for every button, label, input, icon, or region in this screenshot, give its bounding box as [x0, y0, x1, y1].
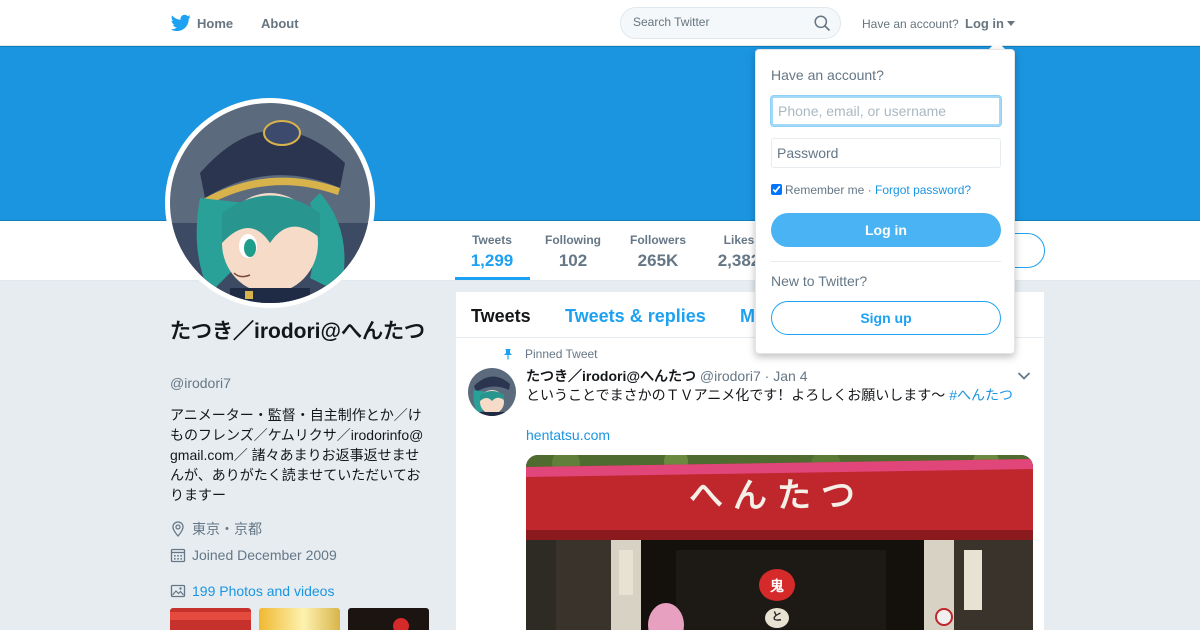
- tab-tweets[interactable]: Tweets: [471, 306, 531, 327]
- media-badge-2: と: [772, 610, 783, 623]
- profile-joined: Joined December 2009: [170, 547, 337, 563]
- tweet-body: ということでまさかのＴＶアニメ化です！よろしくお願いします～: [526, 387, 950, 403]
- calendar-icon: [170, 548, 186, 563]
- media-badge-1: 鬼: [770, 578, 784, 595]
- tab-tweets-replies[interactable]: Tweets & replies: [565, 306, 706, 327]
- thumb-detail: [393, 618, 409, 630]
- location-icon: [172, 521, 184, 537]
- twitter-bird-icon[interactable]: [171, 14, 191, 32]
- remember-me-row: Remember me · Forgot password?: [771, 183, 971, 197]
- media-thumbnail[interactable]: [348, 608, 429, 630]
- photos-videos-row[interactable]: 199 Photos and videos: [170, 583, 334, 599]
- caret-down-icon[interactable]: [1007, 21, 1015, 26]
- tweet-author-name[interactable]: たつき／irodori@へんたつ: [526, 368, 696, 384]
- stat-label: Followers: [629, 233, 686, 247]
- stat-followers[interactable]: Followers 265K: [628, 233, 688, 271]
- stat-following[interactable]: Following 102: [543, 233, 603, 271]
- profile-avatar[interactable]: [165, 98, 375, 308]
- tweet-header: たつき／irodori@へんたつ @irodori7 · Jan 4: [526, 366, 807, 386]
- signup-button[interactable]: Sign up: [771, 301, 1001, 335]
- password-field[interactable]: [771, 138, 1001, 168]
- stat-value: 265K: [637, 251, 679, 270]
- top-nav: Home About Have an account? Log in: [0, 0, 1200, 46]
- thumb-detail: [170, 612, 251, 620]
- pin-icon: [504, 349, 512, 360]
- profile-handle[interactable]: @irodori7: [170, 375, 231, 391]
- profile-name[interactable]: たつき／irodori@へんたつ: [170, 318, 430, 345]
- login-button[interactable]: Log in: [771, 213, 1001, 247]
- nav-home-link[interactable]: Home: [197, 16, 233, 31]
- media-thumbnail[interactable]: [259, 608, 340, 630]
- nav-about-link[interactable]: About: [261, 16, 299, 31]
- tweet-separator: ·: [764, 368, 770, 384]
- search-icon[interactable]: [814, 15, 830, 31]
- pinned-tweet-label: Pinned Tweet: [525, 347, 598, 361]
- search-input[interactable]: [633, 15, 803, 29]
- remember-me-checkbox[interactable]: [771, 184, 782, 195]
- tweet-text: ということでまさかのＴＶアニメ化です！よろしくお願いします～ #へんたつ: [526, 386, 1026, 404]
- tweet-url-link[interactable]: hentatsu.com: [526, 427, 610, 443]
- location-text: 東京・京都: [192, 521, 262, 537]
- tweet-author-avatar[interactable]: [468, 368, 516, 416]
- active-stat-indicator: [455, 277, 530, 280]
- tweet-date[interactable]: Jan 4: [773, 368, 807, 384]
- stat-tweets[interactable]: Tweets 1,299: [470, 233, 514, 271]
- have-account-text: Have an account?: [862, 17, 959, 31]
- remember-separator: ·: [867, 183, 872, 197]
- media-illustration: へんたつ 鬼 と: [526, 455, 1033, 630]
- forgot-password-link[interactable]: Forgot password?: [875, 183, 971, 197]
- avatar-illustration: [468, 368, 516, 416]
- media-thumbnail[interactable]: [170, 608, 251, 630]
- chevron-down-icon[interactable]: [1017, 371, 1031, 381]
- stat-label: Following: [545, 233, 601, 247]
- stat-label: Tweets: [472, 233, 512, 247]
- login-dropdown-title: Have an account?: [771, 67, 884, 83]
- username-field[interactable]: [771, 96, 1001, 126]
- profile-bio: アニメーター・監督・自主制作とか／けものフレンズ／ケムリクサ／irodorinf…: [170, 407, 424, 503]
- stat-value: 102: [558, 251, 588, 270]
- tweet-author-handle[interactable]: @irodori7: [700, 368, 761, 384]
- login-dropdown-toggle[interactable]: Log in: [965, 16, 1004, 31]
- dropdown-divider: [771, 261, 1001, 262]
- tab-media[interactable]: Media: [740, 306, 755, 327]
- tweet-hashtag[interactable]: #へんたつ: [949, 387, 1013, 403]
- search-box: [620, 7, 841, 39]
- photo-icon: [170, 584, 186, 598]
- profile-location: 東京・京都: [170, 519, 262, 539]
- login-dropdown: Have an account? Remember me · Forgot pa…: [755, 49, 1015, 354]
- media-sign-text: へんたつ: [689, 476, 865, 516]
- remember-me-label[interactable]: Remember me: [785, 183, 864, 197]
- tweet-media-image[interactable]: へんたつ 鬼 と: [526, 455, 1033, 630]
- photos-videos-link[interactable]: 199 Photos and videos: [192, 583, 334, 599]
- new-to-twitter-text: New to Twitter?: [771, 273, 868, 289]
- joined-text: Joined December 2009: [192, 547, 337, 563]
- avatar-illustration: [170, 103, 370, 303]
- stat-value: 1,299: [470, 251, 514, 270]
